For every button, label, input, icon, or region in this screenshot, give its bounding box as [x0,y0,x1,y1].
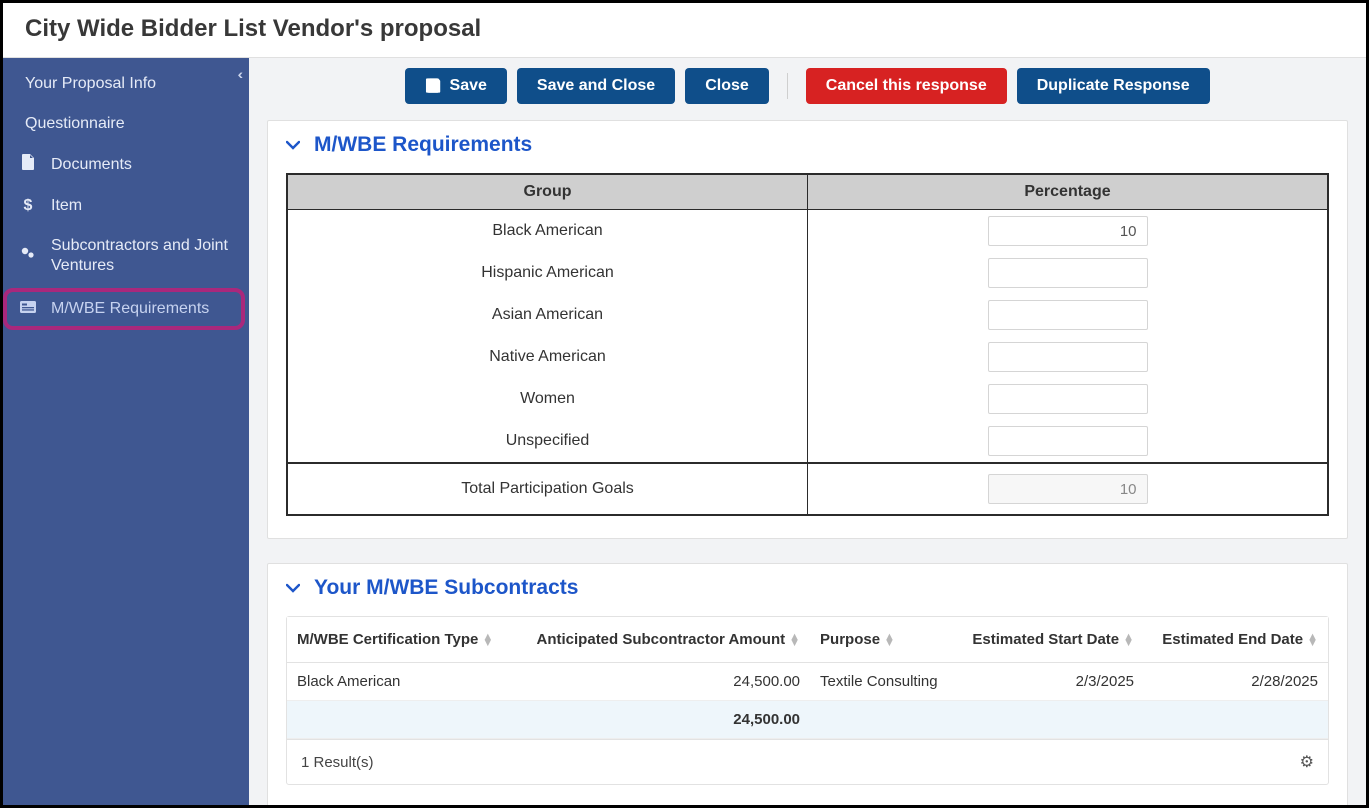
group-cell: Asian American [287,294,808,336]
main-content: Save Save and Close Close Cancel this re… [249,58,1366,805]
toolbar: Save Save and Close Close Cancel this re… [267,68,1348,104]
page-title: City Wide Bidder List Vendor's proposal [3,3,1366,58]
sidebar-item-proposal-info[interactable]: Your Proposal Info [3,64,249,104]
table-row: Asian American [287,294,1328,336]
panel-title: Your M/WBE Subcontracts [314,576,578,600]
percentage-input[interactable] [988,216,1148,246]
subcontracts-grid: M/WBE Certification Type▲▼ Anticipated S… [287,617,1328,739]
sort-icon: ▲▼ [884,634,895,646]
percentage-input[interactable] [988,426,1148,456]
result-count: 1 Result(s) [301,754,374,771]
table-row: Hispanic American [287,252,1328,294]
percentage-input[interactable] [988,384,1148,414]
total-percentage [988,474,1148,504]
percentage-input[interactable] [988,342,1148,372]
sidebar-item-label: Item [51,196,233,216]
sort-icon: ▲▼ [482,634,493,646]
group-cell: Hispanic American [287,252,808,294]
duplicate-response-button[interactable]: Duplicate Response [1017,68,1210,104]
group-cell: Native American [287,336,808,378]
sidebar-item-label: Questionnaire [25,114,233,134]
grid-footer: 1 Result(s) ⚙ [287,739,1328,784]
sort-icon: ▲▼ [1307,634,1318,646]
gear-icon[interactable]: ⚙ [1300,752,1314,772]
sidebar: ‹‹ Your Proposal Info Questionnaire Docu… [3,58,249,805]
panel-title: M/WBE Requirements [314,133,532,157]
sidebar-item-item[interactable]: $ Item [3,186,249,226]
percentage-input[interactable] [988,300,1148,330]
cancel-response-button[interactable]: Cancel this response [806,68,1007,104]
chevron-down-icon[interactable] [286,137,300,153]
requirements-table: Group Percentage Black American Hispanic… [286,173,1329,516]
cell-purpose: Textile Consulting [810,663,954,701]
sidebar-item-subcontractors[interactable]: Subcontractors and Joint Ventures [3,226,249,286]
table-header-percentage: Percentage [808,174,1329,210]
grid-row[interactable]: Black American 24,500.00 Textile Consult… [287,663,1328,701]
sidebar-item-label: Subcontractors and Joint Ventures [51,236,233,276]
percentage-input[interactable] [988,258,1148,288]
total-label: Total Participation Goals [287,463,808,515]
chevron-down-icon[interactable] [286,580,300,596]
save-icon [425,77,441,95]
grid-sum-row: 24,500.00 [287,701,1328,739]
col-purpose[interactable]: Purpose▲▼ [810,617,954,663]
cell-amount: 24,500.00 [513,663,810,701]
group-cell: Black American [287,210,808,253]
col-cert-type[interactable]: M/WBE Certification Type▲▼ [287,617,513,663]
gears-icon [19,245,37,267]
sidebar-item-label: Your Proposal Info [25,74,233,94]
toolbar-separator [787,73,788,99]
sidebar-item-label: M/WBE Requirements [51,299,231,319]
sum-amount: 24,500.00 [513,701,810,739]
sidebar-collapse-icon[interactable]: ‹‹ [238,66,239,82]
table-row: Black American [287,210,1328,253]
col-end[interactable]: Estimated End Date▲▼ [1144,617,1328,663]
table-row: Women [287,378,1328,420]
table-header-group: Group [287,174,808,210]
save-close-button[interactable]: Save and Close [517,68,675,104]
cell-end: 2/28/2025 [1144,663,1328,701]
sort-icon: ▲▼ [1123,634,1134,646]
cell-start: 2/3/2025 [954,663,1144,701]
group-cell: Unspecified [287,420,808,463]
sidebar-item-documents[interactable]: Documents [3,144,249,186]
sort-icon: ▲▼ [789,634,800,646]
sidebar-item-label: Documents [51,155,233,175]
document-icon [19,154,37,176]
card-icon [19,299,37,319]
col-start[interactable]: Estimated Start Date▲▼ [954,617,1144,663]
sidebar-item-mwbe[interactable]: M/WBE Requirements [19,297,231,321]
table-row: Native American [287,336,1328,378]
mwbe-requirements-panel: M/WBE Requirements Group Percentage Blac… [267,120,1348,539]
col-amount[interactable]: Anticipated Subcontractor Amount▲▼ [513,617,810,663]
group-cell: Women [287,378,808,420]
save-button[interactable]: Save [405,68,507,104]
sidebar-item-mwbe-highlight: M/WBE Requirements [3,288,245,330]
mwbe-subcontracts-panel: Your M/WBE Subcontracts M/WBE Certificat… [267,563,1348,805]
save-button-label: Save [450,77,487,95]
dollar-icon: $ [19,196,37,216]
close-button[interactable]: Close [685,68,769,104]
cell-cert: Black American [287,663,513,701]
total-row: Total Participation Goals [287,463,1328,515]
table-row: Unspecified [287,420,1328,463]
sidebar-item-questionnaire[interactable]: Questionnaire [3,104,249,144]
